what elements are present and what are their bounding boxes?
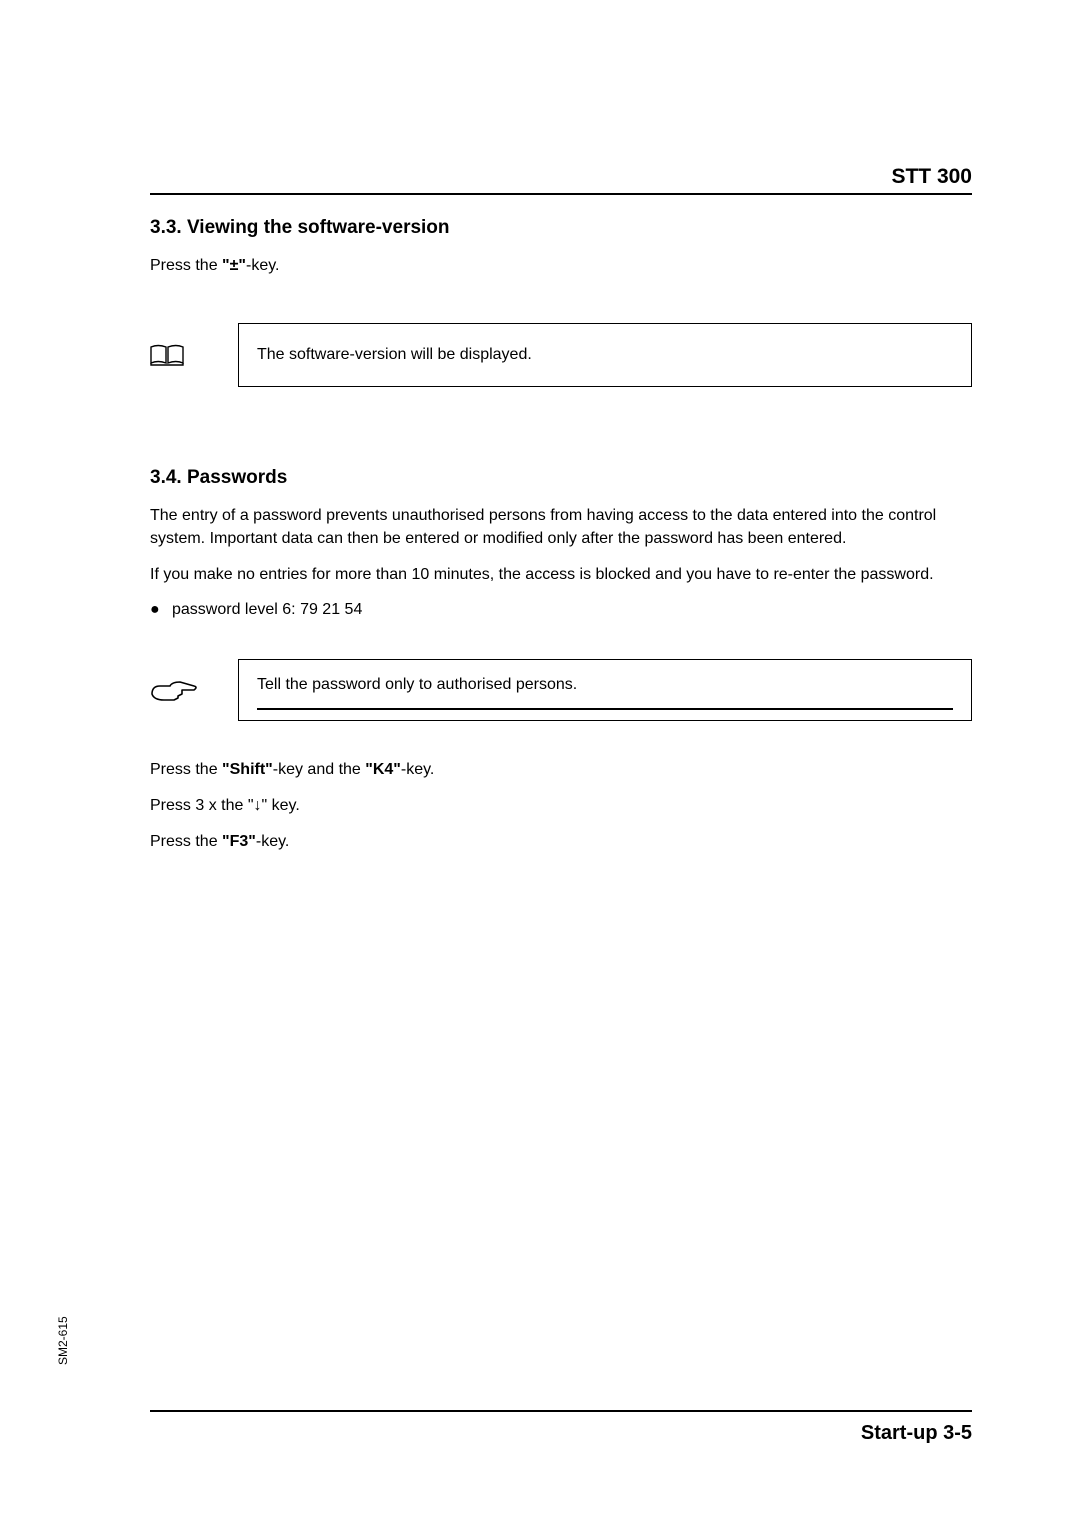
text-fragment: -key. xyxy=(256,833,289,850)
footer-rule xyxy=(150,1410,972,1412)
book-icon xyxy=(150,344,184,366)
tip-box: Tell the password only to authorised per… xyxy=(238,659,972,721)
bullet-text: password level 6: 79 21 54 xyxy=(172,601,362,619)
text-fragment: -key. xyxy=(401,761,434,778)
key-plusminus: "±" xyxy=(222,257,246,274)
press-down-line: Press 3 x the "↓" key. xyxy=(150,795,972,817)
tip-callout: Tell the password only to authorised per… xyxy=(150,659,972,721)
callout-box: The software-version will be displayed. xyxy=(238,323,972,387)
footer-page-label: Start-up 3-5 xyxy=(150,1422,972,1445)
press-shift-k4-line: Press the "Shift"-key and the "K4"-key. xyxy=(150,759,972,781)
text-fragment: Press the xyxy=(150,761,222,778)
document-header: STT 300 xyxy=(150,165,972,189)
para-passwords-timeout: If you make no entries for more than 10 … xyxy=(150,564,972,586)
key-f3: "F3" xyxy=(222,833,256,850)
section-3-3: 3.3. Viewing the software-version Press … xyxy=(150,217,972,387)
footer: Start-up 3-5 xyxy=(150,1410,972,1445)
key-shift: "Shift" xyxy=(222,761,273,778)
text-fragment: -key. xyxy=(246,257,279,274)
text-fragment: Press the xyxy=(150,833,222,850)
bullet-marker: ● xyxy=(150,601,172,619)
callout-icon-cell xyxy=(150,676,238,704)
header-rule xyxy=(150,193,972,195)
callout-text: The software-version will be displayed. xyxy=(257,346,532,363)
page: STT 300 3.3. Viewing the software-versio… xyxy=(0,0,1080,1525)
callout-icon-cell xyxy=(150,344,238,366)
doc-title: STT 300 xyxy=(891,165,972,188)
press-f3-line: Press the "F3"-key. xyxy=(150,831,972,853)
text-fragment: -key and the xyxy=(273,761,366,778)
tip-underline xyxy=(257,708,953,710)
bullet-password-level: ● password level 6: 79 21 54 xyxy=(150,601,972,619)
pointing-hand-icon xyxy=(150,676,198,704)
text-fragment: Press the xyxy=(150,257,222,274)
tip-text: Tell the password only to authorised per… xyxy=(257,676,577,693)
key-k4: "K4" xyxy=(365,761,401,778)
para-passwords-intro: The entry of a password prevents unautho… xyxy=(150,505,972,550)
section-heading-3-4: 3.4. Passwords xyxy=(150,467,972,489)
section-3-4: 3.4. Passwords The entry of a password p… xyxy=(150,467,972,853)
press-plusminus-line: Press the "±"-key. xyxy=(150,255,972,277)
note-callout: The software-version will be displayed. xyxy=(150,323,972,387)
side-doc-code: SM2-615 xyxy=(56,1316,70,1365)
section-heading-3-3: 3.3. Viewing the software-version xyxy=(150,217,972,239)
